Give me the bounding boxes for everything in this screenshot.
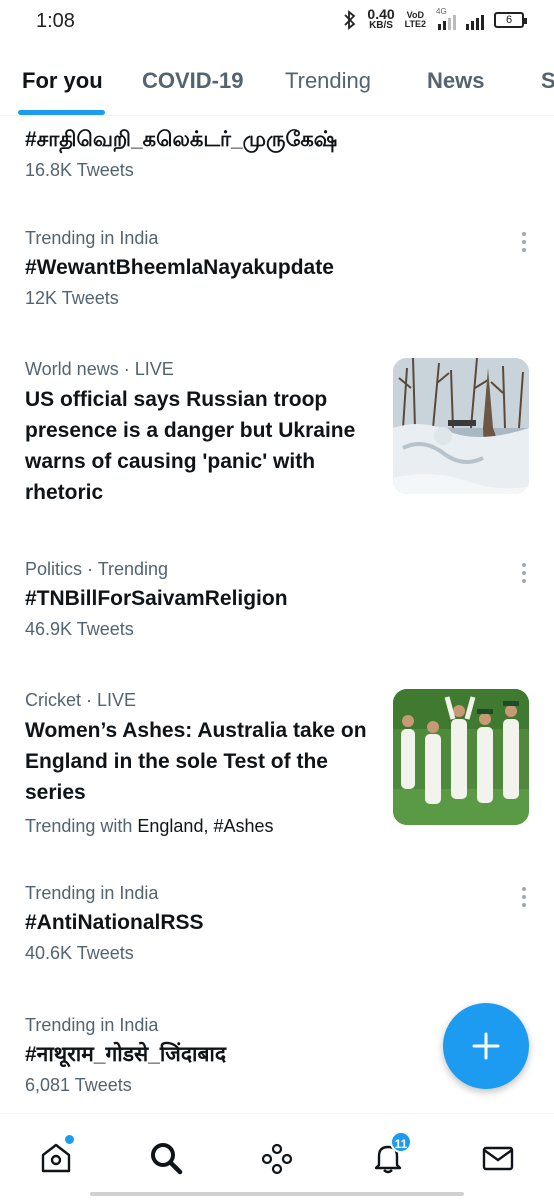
more-options-icon[interactable]: [521, 887, 527, 909]
tab-for-you[interactable]: For you: [22, 68, 103, 94]
trend-count: 46.9K Tweets: [25, 619, 134, 639]
ukraine-trench-image: [393, 358, 529, 494]
trend-count: 40.6K Tweets: [25, 943, 134, 963]
news-thumbnail[interactable]: [393, 689, 529, 825]
signal-4g-icon: 4G: [436, 7, 456, 30]
tab-covid-19[interactable]: COVID-19: [142, 68, 243, 94]
status-time: 1:08: [36, 10, 75, 32]
tab-sports[interactable]: S: [541, 68, 554, 94]
divider: [0, 115, 554, 116]
mail-icon: [482, 1146, 514, 1171]
trend-count: 12K Tweets: [25, 288, 119, 308]
news-headline: Women’s Ashes: Australia take on England…: [25, 719, 367, 804]
signal-icon: [466, 10, 484, 30]
status-bar: 1:08 0.40 KB/S VoD LTE2 4G 6: [0, 0, 554, 44]
news-status: LIVE: [134, 359, 174, 379]
tab-trending[interactable]: Trending: [285, 68, 371, 94]
search-icon: [151, 1143, 183, 1175]
volte-indicator: VoD LTE2: [404, 9, 426, 29]
trend-topic: #WewantBheemlaNayakupdate: [25, 256, 334, 279]
bottom-navigation: 11: [0, 1113, 554, 1200]
battery-icon: 6: [494, 11, 527, 28]
nav-spaces[interactable]: [257, 1138, 297, 1178]
news-thumbnail[interactable]: [393, 358, 529, 494]
nav-messages[interactable]: [478, 1138, 518, 1178]
nav-home[interactable]: [36, 1135, 76, 1178]
trend-item[interactable]: Politics · Trending #TNBillForSaivamReli…: [25, 559, 535, 640]
compose-tweet-button[interactable]: [443, 1003, 529, 1089]
home-new-dot: [65, 1135, 74, 1144]
more-options-icon[interactable]: [521, 232, 527, 254]
tab-news[interactable]: News: [427, 68, 484, 94]
more-options-icon[interactable]: [521, 563, 527, 585]
nav-search[interactable]: [146, 1138, 186, 1178]
trend-meta: Politics · Trending: [25, 559, 169, 579]
bluetooth-icon: [344, 9, 356, 30]
gesture-bar: [90, 1192, 464, 1196]
plus-icon: [472, 1032, 500, 1060]
nav-notifications[interactable]: 11: [368, 1131, 412, 1178]
trend-context: Trending in India: [25, 228, 159, 248]
trend-topic: #சாதிவெறி_கலெக்டர்_முருகேஷ்: [25, 128, 338, 151]
trend-topic: #TNBillForSaivamReligion: [25, 587, 288, 610]
news-status: LIVE: [97, 690, 137, 710]
trending-with-tags[interactable]: England, #Ashes: [137, 816, 273, 836]
cricket-celebration-image: [393, 689, 529, 825]
trend-item[interactable]: Trending in India #AntiNationalRSS 40.6K…: [25, 883, 535, 964]
explore-tabs: For you COVID-19 Trending News S: [0, 56, 554, 116]
status-icons: 0.40 KB/S VoD LTE2 4G 6: [343, 6, 527, 31]
trend-topic: #AntiNationalRSS: [25, 911, 204, 934]
home-icon: [41, 1143, 71, 1173]
trend-context: Trending in India: [25, 883, 159, 903]
trend-item[interactable]: #சாதிவெறி_கலெக்டர்_முருகேஷ் 16.8K Tweets: [25, 128, 535, 181]
news-category: Cricket: [25, 690, 82, 710]
news-headline: US official says Russian troop presence …: [25, 388, 356, 504]
spaces-icon: [261, 1143, 293, 1175]
notification-count-badge: 11: [390, 1131, 412, 1153]
trend-item[interactable]: Trending in India #WewantBheemlaNayakupd…: [25, 228, 535, 309]
net-speed: 0.40 KB/S: [367, 6, 395, 31]
news-category: World news: [25, 359, 119, 379]
trend-count: 16.8K Tweets: [25, 160, 134, 180]
